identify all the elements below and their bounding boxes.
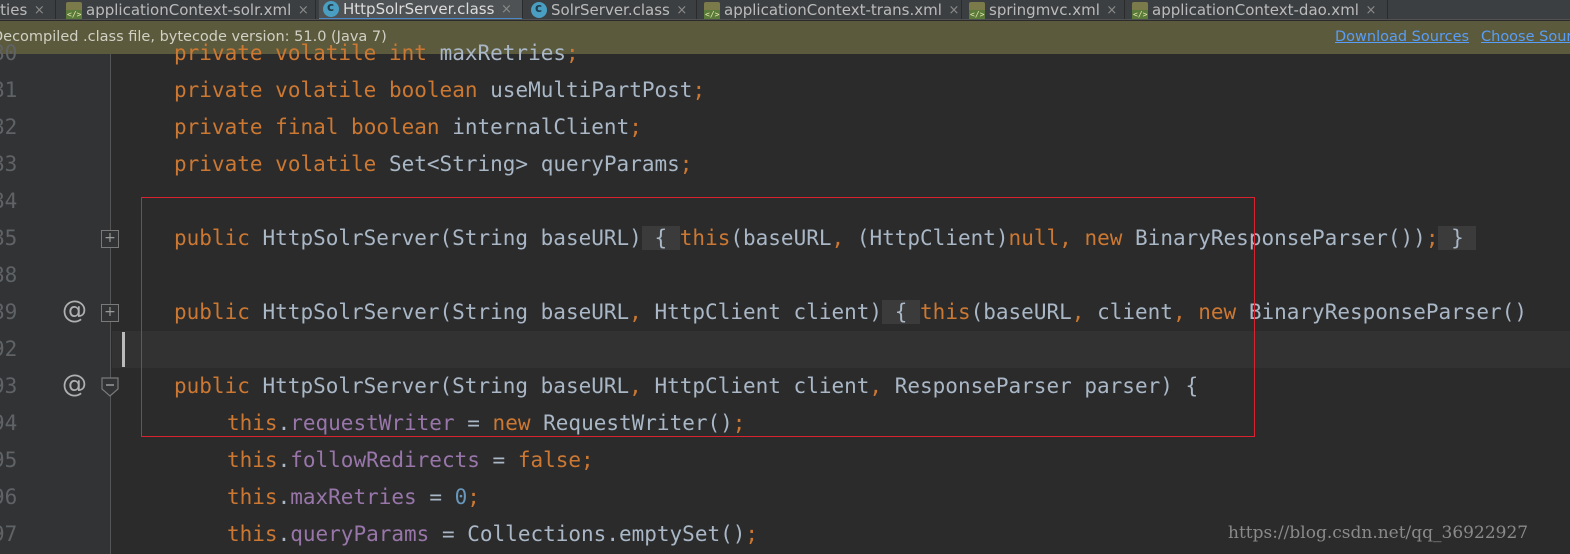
code-line-82: private final boolean internalClient; — [174, 115, 642, 139]
close-icon[interactable]: × — [500, 2, 512, 17]
tab-label: HttpSolrServer.class — [343, 0, 495, 18]
tab-label: SolrServer.class — [551, 1, 670, 19]
line-number: 80 — [0, 41, 18, 65]
override-marker-icon[interactable]: @ — [62, 369, 88, 399]
tab-label: applicationContext-dao.xml — [1152, 1, 1359, 19]
line-number: 81 — [0, 78, 18, 102]
tab-label: applicationContext-solr.xml — [86, 1, 292, 19]
download-sources-link[interactable]: Download Sources — [1335, 29, 1469, 45]
tab-httpsolrserver[interactable]: HttpSolrServer.class × — [319, 0, 523, 19]
close-icon[interactable]: × — [948, 3, 960, 18]
line-number: 92 — [0, 337, 18, 361]
line-number: 96 — [0, 485, 18, 509]
tab-label: springmvc.xml — [989, 1, 1100, 19]
tab-label: rties — [0, 1, 28, 19]
code-line-80: private volatile int maxRetries; — [174, 41, 579, 65]
tab-solrserver[interactable]: SolrServer.class × — [527, 0, 697, 19]
watermark: https://blog.csdn.net/qq_36922927 — [1228, 523, 1529, 543]
tab-applicationcontext-trans[interactable]: applicationContext-trans.xml × — [700, 0, 962, 19]
code-line-96: this.maxRetries = 0; — [227, 485, 480, 509]
code-line-83: private volatile Set<String> queryParams… — [174, 152, 693, 176]
code-editor[interactable]: 80 81 82 83 84 85 88 89 92 93 94 95 96 9… — [0, 41, 1570, 554]
close-icon[interactable]: × — [1106, 3, 1118, 18]
line-number: 95 — [0, 448, 18, 472]
collapse-fold-icon[interactable] — [101, 377, 119, 397]
xml-file-icon — [969, 2, 986, 19]
line-number: 84 — [0, 189, 18, 213]
close-icon[interactable]: × — [676, 3, 688, 18]
close-icon[interactable]: × — [297, 3, 309, 18]
class-file-icon — [323, 0, 339, 17]
line-number: 97 — [0, 522, 18, 546]
expand-fold-icon[interactable]: + — [101, 230, 119, 248]
red-annotation-box — [141, 197, 1255, 437]
xml-file-icon — [704, 2, 721, 19]
xml-file-icon — [1132, 2, 1149, 19]
tab-label: applicationContext-trans.xml — [724, 1, 942, 19]
code-line-81: private volatile boolean useMultiPartPos… — [174, 78, 706, 102]
editor-tab-bar: rties × applicationContext-solr.xml × Ht… — [0, 0, 1570, 20]
line-number: 89 — [0, 300, 18, 324]
line-number: 94 — [0, 411, 18, 435]
expand-fold-icon[interactable]: + — [101, 304, 119, 322]
tab-properties[interactable]: rties × — [0, 0, 56, 19]
text-caret — [122, 332, 125, 367]
line-number: 83 — [0, 152, 18, 176]
close-icon[interactable]: × — [1365, 3, 1377, 18]
line-number: 82 — [0, 115, 18, 139]
line-number: 93 — [0, 374, 18, 398]
line-number: 85 — [0, 226, 18, 250]
tab-applicationcontext-dao[interactable]: applicationContext-dao.xml × — [1128, 0, 1388, 19]
close-icon[interactable]: × — [33, 3, 45, 18]
choose-sources-link[interactable]: Choose Sources... — [1481, 29, 1570, 45]
class-file-icon — [531, 1, 547, 18]
line-number: 88 — [0, 263, 18, 287]
tab-applicationcontext-solr[interactable]: applicationContext-solr.xml × — [62, 0, 316, 19]
code-line-97: this.queryParams = Collections.emptySet(… — [227, 522, 759, 546]
code-line-95: this.followRedirects = false; — [227, 448, 594, 472]
xml-file-icon — [66, 2, 83, 19]
tab-springmvc[interactable]: springmvc.xml × — [965, 0, 1125, 19]
override-marker-icon[interactable]: @ — [62, 295, 88, 325]
